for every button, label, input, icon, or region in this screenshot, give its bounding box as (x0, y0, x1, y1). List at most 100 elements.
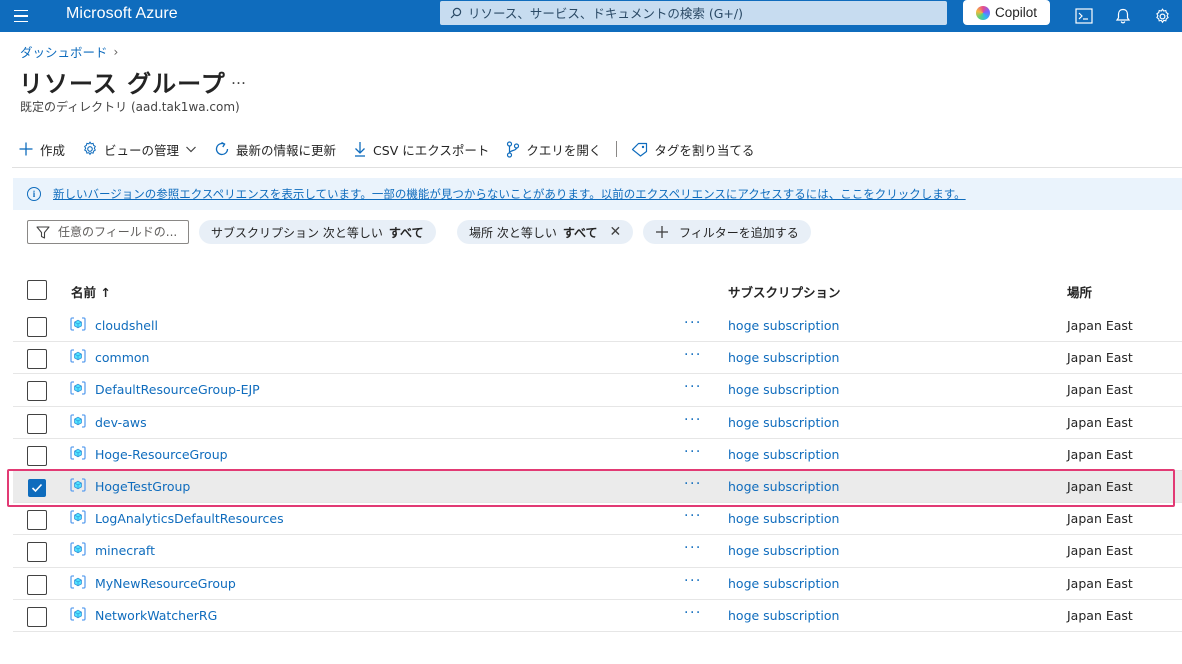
resource-group-name-link[interactable]: common (95, 350, 149, 365)
resource-group-name-link[interactable]: DefaultResourceGroup-EJP (95, 382, 260, 397)
column-header-name[interactable]: 名前 ↑ (71, 282, 111, 301)
row-checkbox[interactable] (27, 413, 47, 434)
export-csv-button[interactable]: CSV にエクスポート (353, 140, 489, 159)
select-all-checkbox[interactable] (27, 280, 47, 300)
row-more-button[interactable]: ··· (684, 476, 702, 492)
row-more-button[interactable]: ··· (684, 540, 702, 556)
global-search[interactable] (440, 1, 947, 25)
table-row[interactable]: minecraft ··· hoge subscription Japan East (13, 535, 1182, 568)
subscription-link[interactable]: hoge subscription (728, 543, 839, 558)
table-row[interactable]: LogAnalyticsDefaultResources ··· hoge subs… (13, 503, 1182, 536)
more-options-button[interactable]: … (231, 70, 247, 88)
column-header-subscription[interactable]: サブスクリプション (728, 282, 841, 301)
row-more-button[interactable]: ··· (684, 444, 702, 460)
resource-group-name-link[interactable]: NetworkWatcherRG (95, 608, 217, 623)
row-checkbox[interactable] (27, 381, 47, 402)
open-query-button[interactable]: クエリを開く (506, 140, 601, 159)
subscription-link[interactable]: hoge subscription (728, 447, 839, 462)
row-checkbox[interactable] (27, 606, 47, 627)
row-checkbox[interactable] (27, 317, 47, 337)
table-body: cloudshell ··· hoge subscription Japan East… (13, 310, 1182, 632)
resource-group-name-link[interactable]: LogAnalyticsDefaultResources (95, 511, 284, 526)
breadcrumb-dashboard[interactable]: ダッシュボード (20, 42, 108, 61)
create-button[interactable]: 作成 (18, 140, 65, 159)
menu-icon[interactable] (10, 6, 32, 26)
row-checkbox[interactable] (27, 349, 47, 370)
row-checkbox[interactable] (27, 445, 47, 466)
subscription-link[interactable]: hoge subscription (728, 608, 839, 623)
manage-view-button[interactable]: ビューの管理 (82, 140, 197, 159)
page-title: リソース グループ (19, 70, 226, 98)
subscription-link[interactable]: hoge subscription (728, 511, 839, 526)
column-header-location[interactable]: 場所 (1067, 282, 1092, 301)
search-input[interactable] (468, 5, 938, 21)
row-more-button[interactable]: ··· (684, 412, 702, 428)
subscription-link[interactable]: hoge subscription (728, 350, 839, 365)
resource-group-name-link[interactable]: HogeTestGroup (95, 479, 190, 494)
subscription-filter-label: サブスクリプション 次と等しい (211, 225, 383, 240)
table-row[interactable]: Hoge-ResourceGroup ··· hoge subscription Ja… (13, 439, 1182, 471)
create-label: 作成 (40, 142, 66, 158)
subscription-filter-pill[interactable]: サブスクリプション 次と等しい すべて (199, 220, 436, 244)
chevron-right-icon: › (113, 44, 119, 59)
location-cell: Japan East (1067, 446, 1133, 462)
row-checkbox[interactable] (27, 542, 47, 563)
resource-group-name-link[interactable]: dev-aws (95, 415, 147, 430)
location-cell: Japan East (1067, 414, 1133, 430)
row-checkbox[interactable] (27, 510, 47, 531)
resource-group-name-link[interactable]: minecraft (95, 543, 155, 558)
copilot-icon (975, 5, 990, 20)
filter-field[interactable] (27, 220, 189, 244)
row-more-button[interactable]: ··· (684, 508, 702, 524)
row-more-button[interactable]: ··· (684, 379, 702, 395)
table-row[interactable]: DefaultResourceGroup-EJP ··· hoge subscrip… (13, 374, 1182, 407)
open-query-label: クエリを開く (526, 142, 602, 158)
subscription-link[interactable]: hoge subscription (728, 318, 839, 333)
subscription-link[interactable]: hoge subscription (728, 479, 839, 494)
close-icon[interactable]: ✕ (610, 224, 622, 240)
toolbar-divider (616, 141, 618, 157)
cloud-shell-icon[interactable] (1073, 5, 1095, 27)
subscription-link[interactable]: hoge subscription (728, 576, 839, 591)
location-cell: Japan East (1067, 318, 1133, 333)
table-row[interactable]: common ··· hoge subscription Japan East (13, 342, 1182, 375)
row-more-button[interactable]: ··· (684, 347, 702, 363)
resource-group-name-link[interactable]: MyNewResourceGroup (95, 576, 236, 591)
location-cell: Japan East (1067, 350, 1133, 366)
table-row[interactable]: cloudshell ··· hoge subscription Japan East (13, 310, 1182, 343)
subscription-link[interactable]: hoge subscription (728, 415, 839, 430)
old-experience-link[interactable]: 新しいバージョンの参照エクスペリエンスを表示しています。一部の機能が見つからない… (53, 186, 966, 202)
table-row[interactable]: dev-aws ··· hoge subscription Japan East (13, 407, 1182, 439)
resource-group-name-link[interactable]: cloudshell (95, 318, 158, 333)
assign-tags-button[interactable]: タグを割り当てる (631, 140, 754, 159)
resource-group-table: 名前 ↑ サブスクリプション 場所 cloudshell ··· hoge subs… (13, 270, 1182, 632)
row-checkbox[interactable] (27, 574, 47, 595)
command-bar: 作成 ビューの管理 最新の情報に更新 CSV にエクスポート クエリを開く タグ… (18, 138, 771, 160)
add-filter-button[interactable]: フィルターを追加する (643, 220, 811, 244)
refresh-button[interactable]: 最新の情報に更新 (214, 140, 336, 159)
row-checkbox[interactable] (28, 478, 46, 497)
info-icon: i (27, 187, 41, 201)
table-row[interactable]: HogeTestGroup ··· hoge subscription Japan E… (13, 470, 1182, 504)
row-more-button[interactable]: ··· (684, 315, 702, 331)
location-cell: Japan East (1067, 575, 1133, 591)
resource-group-icon (70, 317, 86, 331)
assign-tags-label: タグを割り当てる (654, 142, 755, 158)
top-bar: Microsoft Azure Copilot (0, 0, 1182, 32)
resource-group-name-link[interactable]: Hoge-ResourceGroup (95, 447, 228, 462)
resource-group-icon (70, 446, 86, 460)
add-filter-label: フィルターを追加する (679, 225, 799, 240)
copilot-button[interactable]: Copilot (963, 0, 1050, 25)
filter-input[interactable] (58, 225, 184, 239)
gear-icon (84, 141, 96, 156)
table-row[interactable]: NetworkWatcherRG ··· hoge subscription Japa… (13, 600, 1182, 632)
notifications-icon[interactable] (1112, 5, 1134, 27)
location-filter-pill[interactable]: 場所 次と等しい すべて ✕ (457, 220, 634, 244)
subscription-link[interactable]: hoge subscription (728, 382, 839, 397)
row-more-button[interactable]: ··· (684, 605, 702, 621)
brand-title[interactable]: Microsoft Azure (66, 5, 178, 23)
settings-icon[interactable] (1151, 5, 1173, 27)
table-row[interactable]: MyNewResourceGroup ··· hoge subscription Ja… (13, 568, 1182, 600)
row-more-button[interactable]: ··· (684, 573, 702, 589)
tag-icon (632, 142, 648, 157)
